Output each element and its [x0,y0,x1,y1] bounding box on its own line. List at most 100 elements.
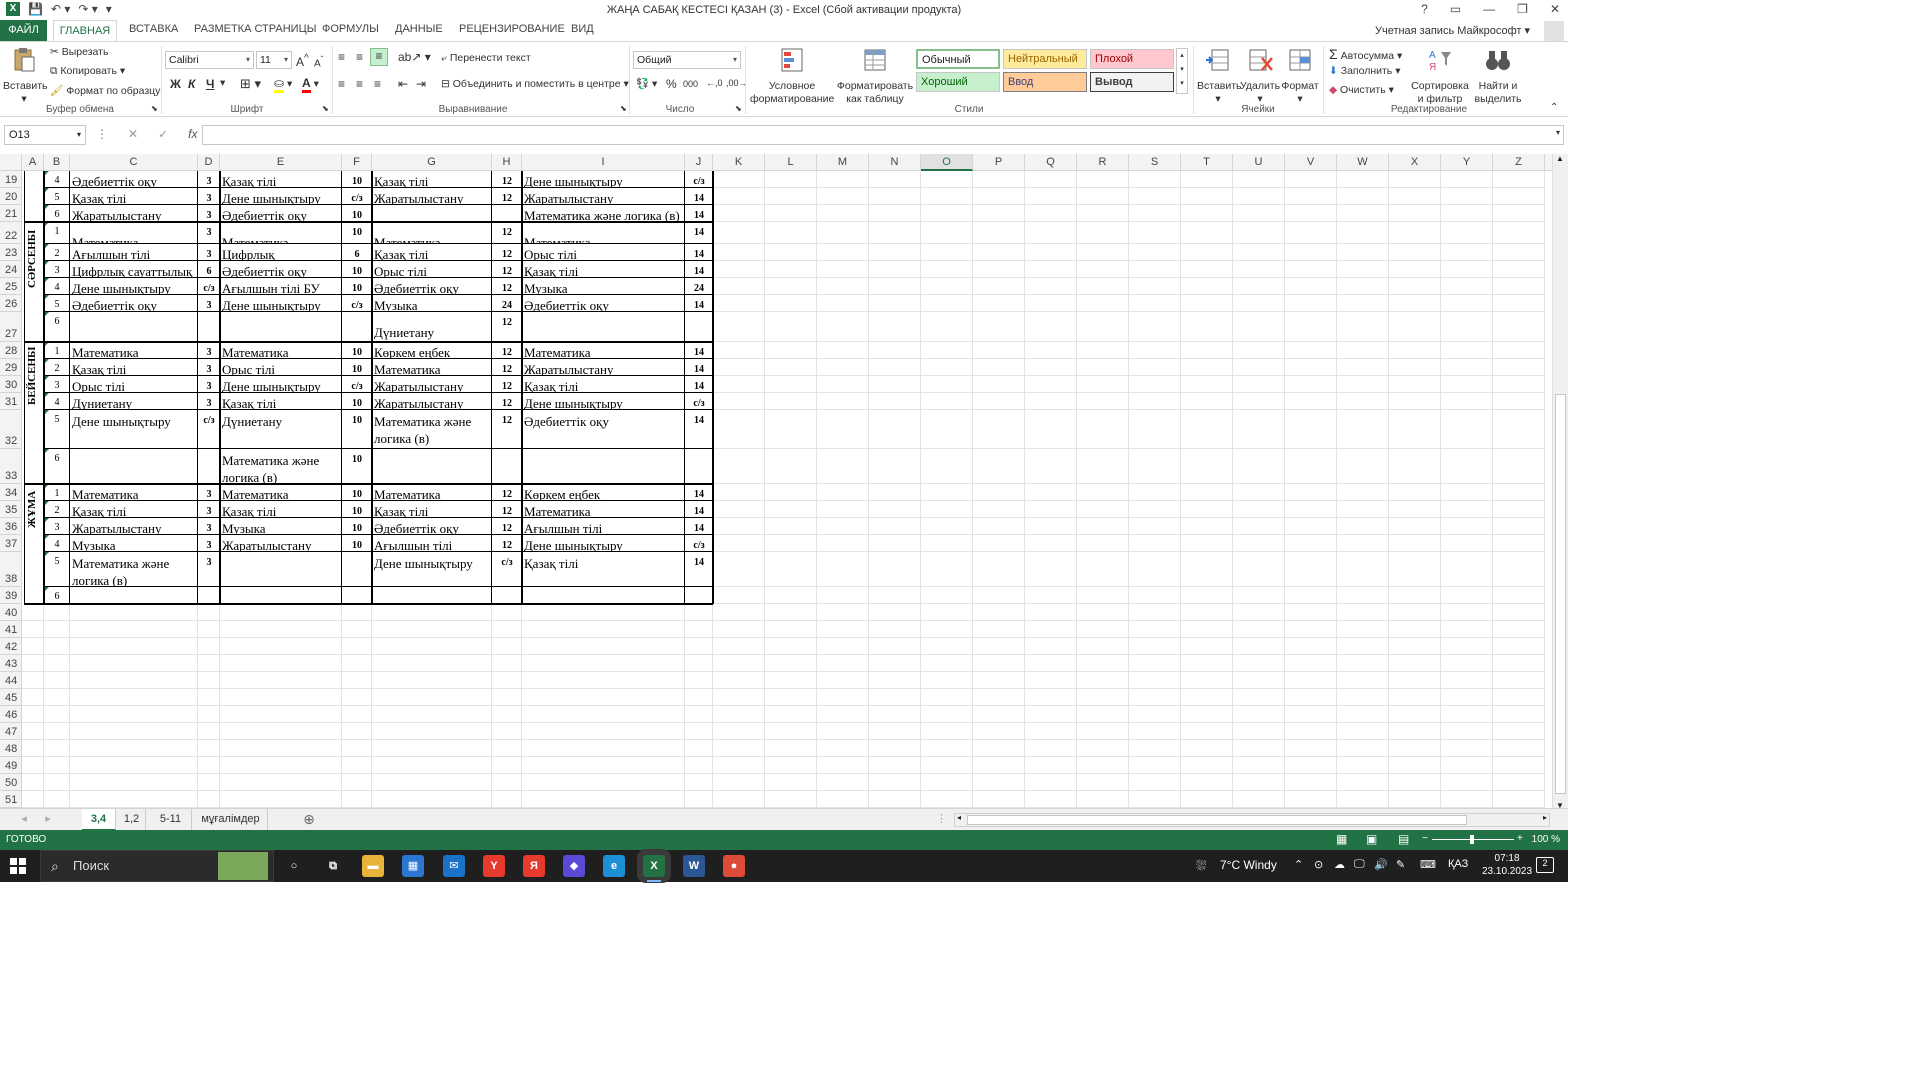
shrink-font-button[interactable]: Aˇ [314,54,323,69]
column-header-N[interactable]: N [869,154,921,171]
cell-D24[interactable]: 6 [198,261,220,278]
cell-E31[interactable]: Қазақ тілі [220,393,342,410]
column-header-Q[interactable]: Q [1025,154,1077,171]
close-button[interactable]: ✕ [1550,2,1560,16]
horizontal-scrollbar[interactable]: ◂ ▸ [954,813,1550,827]
cell-J30[interactable]: 14 [685,376,713,393]
cell-H20[interactable]: 12 [492,188,522,205]
cell-G22[interactable]: Математика [372,222,492,244]
cell-I20[interactable]: Жаратылыстану [522,188,685,205]
tray-chevron-icon[interactable]: ⌃ [1294,858,1303,871]
taskbar-mail-icon[interactable]: ✉ [443,855,465,877]
cell-C21[interactable]: Жаратылыстану [70,205,198,222]
italic-button[interactable]: К [188,77,195,91]
column-header-J[interactable]: J [685,154,713,171]
style-good[interactable]: Хороший [916,72,1000,92]
row-header-24[interactable]: 24 [0,261,22,278]
zoom-level[interactable]: 100 % [1532,834,1560,845]
avatar[interactable] [1544,21,1564,41]
column-header-P[interactable]: P [973,154,1025,171]
tab-page-layout[interactable]: РАЗМЕТКА СТРАНИЦЫ [194,23,316,35]
cell-G23[interactable]: Қазақ тілі [372,244,492,261]
row-header-47[interactable]: 47 [0,723,22,740]
select-all-corner[interactable] [0,154,22,171]
taskbar-word-icon[interactable]: W [683,855,705,877]
cell-G21[interactable] [372,205,492,222]
cell-J39[interactable] [685,587,713,604]
cell-J35[interactable]: 14 [685,501,713,518]
cell-E20[interactable]: Дене шынықтыру [220,188,342,205]
normal-view-icon[interactable]: ▦ [1336,832,1347,846]
cell-F21[interactable]: 10 [342,205,372,222]
cell-D38[interactable]: 3 [198,552,220,587]
cell-I27[interactable] [522,312,685,342]
cell-G38[interactable]: Дене шынықтыру [372,552,492,587]
style-normal[interactable]: Обычный [916,49,1000,69]
row-header-50[interactable]: 50 [0,774,22,791]
next-sheet-icon[interactable]: ▸ [42,809,54,831]
style-input[interactable]: Ввод [1003,72,1087,92]
cell-E22[interactable]: Математика [220,222,342,244]
cell-E33[interactable]: Математика және логика (в) [220,449,342,484]
cell-F33[interactable]: 10 [342,449,372,484]
cell-C32[interactable]: Дене шынықтыру [70,410,198,449]
cell-E21[interactable]: Әдебиеттік оқу [220,205,342,222]
cell-C33[interactable] [70,449,198,484]
cell-F24[interactable]: 10 [342,261,372,278]
clock[interactable]: 07:18 23.10.2023 [1482,852,1532,878]
page-layout-view-icon[interactable]: ▣ [1366,832,1377,846]
cell-E23[interactable]: Цифрлық сауаттылық [220,244,342,261]
formula-input[interactable] [202,125,1564,145]
cell-G36[interactable]: Әдебиеттік оқу [372,518,492,535]
cell-G24[interactable]: Орыс тілі [372,261,492,278]
decrease-indent-icon[interactable]: ⇤ [398,77,408,91]
tab-splitter-icon[interactable]: ⋮ [936,809,947,831]
cell-E19[interactable]: Қазақ тілі [220,171,342,188]
collapse-ribbon-icon[interactable]: ⌃ [1550,102,1558,113]
column-header-K[interactable]: K [713,154,765,171]
cell-H27[interactable]: 12 [492,312,522,342]
row-header-27[interactable]: 27 [0,312,22,342]
cell-H24[interactable]: 12 [492,261,522,278]
number-launcher-icon[interactable]: ⬊ [735,104,742,113]
underline-dropdown[interactable]: ▾ [220,77,225,89]
cell-I32[interactable]: Әдебиеттік оқу [522,410,685,449]
cell-C24[interactable]: Цифрлық сауаттылық [70,261,198,278]
vertical-scroll-thumb[interactable] [1555,394,1566,794]
vertical-scrollbar[interactable]: ▲ ▼ [1552,154,1568,810]
expand-formula-icon[interactable]: ▾ [1556,128,1560,137]
cell-C38[interactable]: Математика және логика (в) [70,552,198,587]
cell-H19[interactable]: 12 [492,171,522,188]
row-header-35[interactable]: 35 [0,501,22,518]
format-cells-button[interactable]: Формат ▾ [1280,46,1320,106]
tab-formulas[interactable]: ФОРМУЛЫ [322,23,379,35]
cell-F20[interactable]: с/з [342,188,372,205]
cell-I25[interactable]: Музыка [522,278,685,295]
style-bad[interactable]: Плохой [1090,49,1174,69]
row-header-32[interactable]: 32 [0,410,22,449]
cell-D28[interactable]: 3 [198,342,220,359]
cell-C30[interactable]: Орыс тілі [70,376,198,393]
tab-data[interactable]: ДАННЫЕ [395,23,443,35]
column-header-W[interactable]: W [1337,154,1389,171]
underline-button[interactable]: Ч [206,77,214,91]
cell-C22[interactable]: Математика [70,222,198,244]
cell-J24[interactable]: 14 [685,261,713,278]
cell-E35[interactable]: Қазақ тілі [220,501,342,518]
column-header-L[interactable]: L [765,154,817,171]
align-bottom-icon[interactable]: ≡ [370,48,388,66]
cell-J23[interactable]: 14 [685,244,713,261]
sheet-tab-1[interactable]: 1,2 [118,809,146,831]
row-header-25[interactable]: 25 [0,278,22,295]
cell-H34[interactable]: 12 [492,484,522,501]
cell-E32[interactable]: Дүниетану [220,410,342,449]
taskbar-taskview-icon[interactable]: ⧉ [322,855,344,877]
tab-insert[interactable]: ВСТАВКА [129,23,178,35]
cell-G19[interactable]: Қазақ тілі [372,171,492,188]
zoom-in-button[interactable]: + [1517,833,1523,844]
row-header-34[interactable]: 34 [0,484,22,501]
cell-H22[interactable]: 12 [492,222,522,244]
taskbar-chrome-icon[interactable]: ● [723,855,745,877]
cell-J28[interactable]: 14 [685,342,713,359]
align-right-icon[interactable]: ≡ [374,77,381,91]
